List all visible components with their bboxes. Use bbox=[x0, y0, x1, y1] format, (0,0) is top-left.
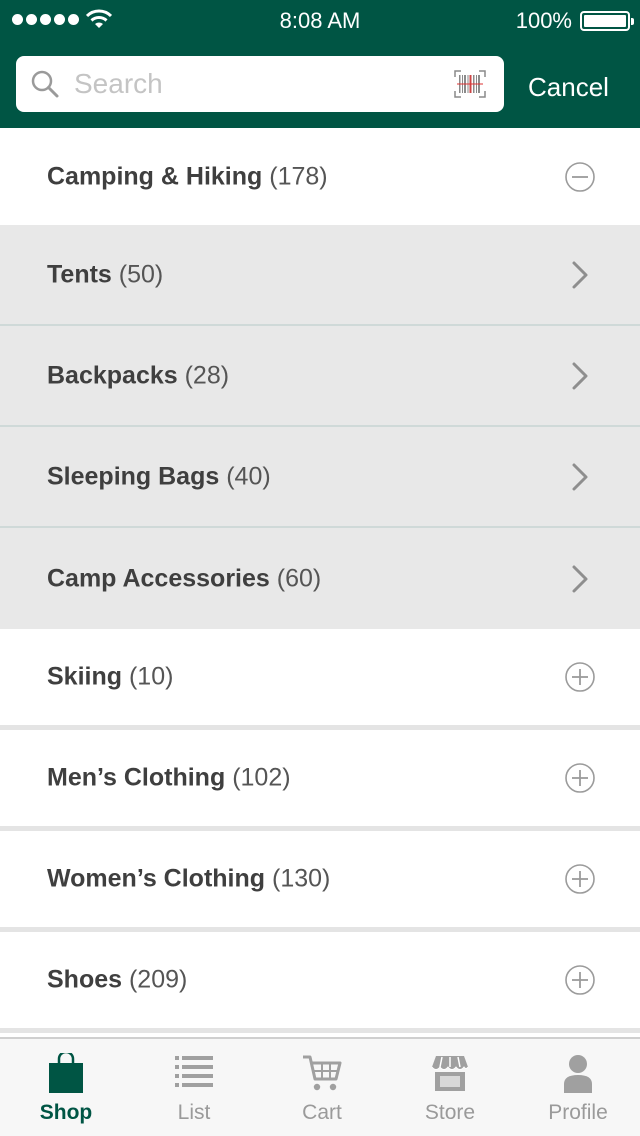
plus-circle-icon[interactable] bbox=[564, 762, 596, 794]
subcategory-row-camp-accessories[interactable]: Camp Accessories (60) bbox=[0, 528, 640, 629]
plus-circle-icon[interactable] bbox=[564, 863, 596, 895]
category-name: Camping & Hiking bbox=[47, 162, 263, 190]
chevron-right-icon bbox=[572, 565, 588, 592]
barcode-scan-icon[interactable] bbox=[454, 70, 486, 98]
tab-list[interactable]: List bbox=[130, 1039, 258, 1136]
plus-circle-icon[interactable] bbox=[564, 964, 596, 996]
subcategory-count: (60) bbox=[276, 564, 322, 592]
search-bar[interactable] bbox=[16, 56, 504, 112]
category-row-mens-clothing[interactable]: Men’s Clothing (102) bbox=[0, 730, 640, 831]
cancel-button[interactable]: Cancel bbox=[528, 72, 609, 103]
category-count: (102) bbox=[232, 763, 291, 792]
chevron-right-icon bbox=[572, 463, 588, 490]
subcategory-name: Camp Accessories bbox=[47, 564, 270, 592]
category-list: Camping & Hiking (178) Tents (50) Backpa… bbox=[0, 128, 640, 1033]
category-count: (130) bbox=[272, 864, 331, 893]
tab-label: Store bbox=[424, 1101, 476, 1124]
battery-icon bbox=[580, 11, 634, 31]
category-count: (178) bbox=[269, 162, 328, 190]
subcategory-count: (40) bbox=[226, 462, 271, 490]
subcategory-name: Sleeping Bags bbox=[47, 462, 220, 490]
subcategory-name: Tents bbox=[47, 260, 112, 288]
cart-icon bbox=[303, 1055, 342, 1091]
category-row-skiing[interactable]: Skiing (10) bbox=[0, 629, 640, 730]
tab-label: List bbox=[177, 1101, 211, 1124]
tab-shop[interactable]: Shop bbox=[2, 1039, 130, 1136]
tab-label: Profile bbox=[548, 1101, 608, 1124]
tab-store[interactable]: Store bbox=[386, 1039, 514, 1136]
category-name: Skiing bbox=[47, 662, 123, 691]
subcategory-count: (28) bbox=[177, 361, 230, 389]
list-icon bbox=[175, 1056, 213, 1087]
search-icon bbox=[31, 70, 59, 98]
category-name: Shoes bbox=[47, 965, 123, 994]
chevron-right-icon bbox=[572, 261, 588, 288]
subcategory-count: (50) bbox=[111, 260, 164, 288]
subcategory-row-sleeping-bags[interactable]: Sleeping Bags (40) bbox=[0, 427, 640, 528]
category-row-womens-clothing[interactable]: Women’s Clothing (130) bbox=[0, 831, 640, 932]
subcategory-row-tents[interactable]: Tents (50) bbox=[0, 225, 640, 326]
tab-label: Shop bbox=[39, 1101, 93, 1124]
status-bar: 8:08 AM 100% bbox=[0, 0, 640, 40]
shopping-bag-icon bbox=[49, 1053, 83, 1093]
plus-circle-icon[interactable] bbox=[564, 661, 596, 693]
battery-percentage: 100% bbox=[515, 8, 572, 33]
bottom-tab-bar: Shop List Cart Store Profile bbox=[0, 1037, 640, 1136]
app-header: 8:08 AM 100% Cancel bbox=[0, 0, 640, 128]
category-count: (10) bbox=[128, 662, 174, 691]
category-count: (209) bbox=[128, 965, 188, 994]
category-name: Men’s Clothing bbox=[47, 763, 226, 792]
category-row-shoes[interactable]: Shoes (209) bbox=[0, 932, 640, 1033]
storefront-icon bbox=[431, 1056, 469, 1091]
subcategory-name: Backpacks bbox=[47, 361, 178, 389]
search-input[interactable] bbox=[74, 64, 444, 104]
tab-profile[interactable]: Profile bbox=[514, 1039, 640, 1136]
minus-circle-icon[interactable] bbox=[564, 161, 596, 193]
chevron-right-icon bbox=[572, 362, 588, 389]
tab-cart[interactable]: Cart bbox=[258, 1039, 386, 1136]
tab-label: Cart bbox=[302, 1101, 342, 1124]
person-icon bbox=[564, 1055, 592, 1093]
category-name: Women’s Clothing bbox=[47, 864, 266, 893]
subcategory-row-backpacks[interactable]: Backpacks (28) bbox=[0, 326, 640, 427]
category-row-camping-hiking[interactable]: Camping & Hiking (178) bbox=[0, 128, 640, 225]
